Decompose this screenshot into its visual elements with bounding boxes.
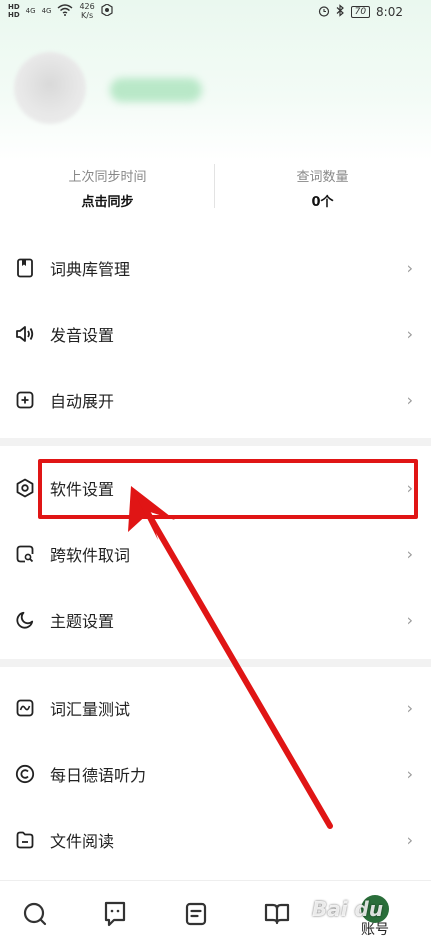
menu-item-daily-listening[interactable]: 每日德语听力 › <box>0 741 431 807</box>
status-time: 8:02 <box>376 5 403 19</box>
menu-label: 词典库管理 <box>50 260 131 279</box>
bluetooth-icon <box>336 4 345 20</box>
alarm-icon <box>318 5 330 20</box>
speed-value: 426 <box>79 2 95 11</box>
plus-square-icon <box>14 389 36 411</box>
hexagon-settings-icon <box>14 477 36 499</box>
menu-item-vocab-test[interactable]: 词汇量测试 › <box>0 675 431 741</box>
menu-label: 词汇量测试 <box>50 700 131 719</box>
hd-label-2: HD <box>8 11 20 19</box>
speaker-icon <box>14 323 36 345</box>
lookup-label: 查词数量 <box>296 170 349 185</box>
network-label-2: 4G <box>41 7 52 15</box>
chevron-right-icon: › <box>406 764 413 784</box>
bookmark-book-icon <box>14 257 36 279</box>
nav-search[interactable] <box>20 901 50 931</box>
chat-face-icon <box>103 901 127 931</box>
copyright-circle-icon <box>14 763 36 785</box>
menu-item-file-reading[interactable]: 文件阅读 › <box>0 807 431 873</box>
menu-item-auto-expand[interactable]: 自动展开 › <box>0 367 431 433</box>
search-square-icon <box>14 543 36 565</box>
hd-label-1: HD <box>8 3 20 11</box>
chevron-right-icon: › <box>406 544 413 564</box>
network-speed: 426 K/s <box>79 2 94 20</box>
nav-account-label: 账号 <box>361 922 389 938</box>
sync-value: 点击同步 <box>81 195 134 210</box>
nav-wordbook[interactable] <box>262 901 292 931</box>
menu-label: 主题设置 <box>50 612 115 631</box>
chevron-right-icon: › <box>406 390 413 410</box>
open-book-icon <box>264 902 290 930</box>
menu-label: 每日德语听力 <box>50 766 147 785</box>
hd-indicators: HD HD <box>8 3 20 19</box>
sync-label: 上次同步时间 <box>68 170 147 185</box>
speed-unit: K/s <box>81 11 94 20</box>
folder-icon <box>14 829 36 851</box>
lookup-count-stat: 查词数量 0个 <box>215 160 430 210</box>
lookup-value: 0个 <box>311 195 334 210</box>
app-notification-icon <box>101 2 113 19</box>
network-label-1: 4G <box>25 7 36 15</box>
stats-row: 上次同步时间 点击同步 查词数量 0个 <box>0 160 431 220</box>
menu-label: 文件阅读 <box>50 832 115 851</box>
menu-label: 自动展开 <box>50 392 115 411</box>
menu-item-theme[interactable]: 主题设置 › <box>0 587 431 653</box>
nav-notes[interactable] <box>181 901 211 931</box>
menu-item-cross-app-lookup[interactable]: 跨软件取词 › <box>0 521 431 587</box>
section-divider <box>0 438 431 446</box>
menu-item-pronunciation[interactable]: 发音设置 › <box>0 301 431 367</box>
username-blurred[interactable] <box>110 78 202 102</box>
nav-translate[interactable] <box>100 901 130 931</box>
document-icon <box>185 902 207 930</box>
chevron-right-icon: › <box>406 610 413 630</box>
chevron-right-icon: › <box>406 698 413 718</box>
highlight-annotation-box <box>38 459 418 519</box>
menu-item-dictionary-manage[interactable]: 词典库管理 › <box>0 235 431 301</box>
baidu-watermark: Bai du <box>312 897 384 921</box>
search-icon <box>22 901 48 931</box>
chevron-right-icon: › <box>406 258 413 278</box>
wave-square-icon <box>14 697 36 719</box>
chevron-right-icon: › <box>406 324 413 344</box>
section-divider <box>0 659 431 667</box>
moon-icon <box>14 609 36 631</box>
battery-level: 70 <box>350 6 371 18</box>
chevron-right-icon: › <box>406 830 413 850</box>
user-avatar[interactable] <box>14 52 86 124</box>
menu-label: 发音设置 <box>50 326 115 345</box>
menu-label: 跨软件取词 <box>50 546 131 565</box>
status-bar: HD HD 4G 4G 426 K/s 70 8:02 <box>0 0 431 24</box>
sync-stat[interactable]: 上次同步时间 点击同步 <box>0 160 215 210</box>
wifi-icon <box>57 3 73 19</box>
